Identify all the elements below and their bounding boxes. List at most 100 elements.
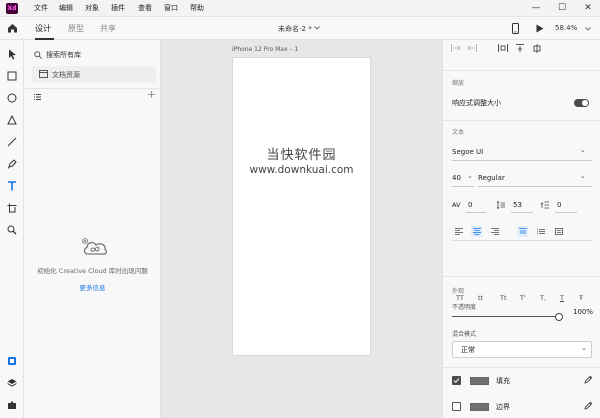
zoom-chevron-icon[interactable]: [585, 27, 591, 31]
rectangle-tool-icon: [7, 71, 17, 81]
text-tool[interactable]: [5, 179, 19, 193]
layers-button[interactable]: [5, 376, 19, 390]
border-eyedropper-icon[interactable]: [584, 401, 593, 410]
ellipse-tool[interactable]: [5, 91, 19, 105]
text-valign-middle-icon: [536, 228, 545, 235]
polygon-tool[interactable]: [5, 113, 19, 127]
creative-cloud-error-icon: [82, 238, 108, 255]
chevron-down-icon[interactable]: [314, 26, 320, 30]
character-spacing-underline: [466, 212, 486, 213]
home-icon[interactable]: [7, 23, 18, 33]
distribute-horizontal-icon[interactable]: [498, 44, 508, 52]
library-search[interactable]: 搜索所有库: [32, 48, 152, 62]
opacity-slider-thumb[interactable]: [555, 313, 563, 321]
minimize-button[interactable]: —: [524, 1, 548, 16]
responsive-resize-toggle[interactable]: [574, 99, 589, 107]
text-align-left-icon: [454, 228, 463, 235]
fill-label: 填充: [496, 377, 510, 385]
zoom-tool-icon: [7, 225, 17, 235]
tab-design[interactable]: 设计: [35, 23, 51, 35]
align-center-icon[interactable]: [532, 44, 542, 53]
zoom-tool[interactable]: [5, 223, 19, 237]
document-title[interactable]: 未命名-2 *: [278, 24, 312, 34]
align-left-edge-icon[interactable]: [451, 44, 461, 52]
subscript-button[interactable]: T,: [540, 294, 546, 302]
font-family-underline: [452, 160, 592, 161]
canvas[interactable]: iPhone 12 Pro Max – 1 当快软件园 www.downkuai…: [161, 40, 442, 418]
assets-button[interactable]: [5, 354, 19, 368]
font-family-select[interactable]: Segoe UI: [452, 147, 483, 157]
font-size-input[interactable]: 40: [452, 173, 461, 183]
all-caps-button[interactable]: TT: [456, 294, 464, 302]
line-tool[interactable]: [5, 135, 19, 149]
underline-button[interactable]: T: [560, 294, 564, 302]
library-search-input[interactable]: 搜索所有库: [46, 50, 81, 60]
text-align-center-button[interactable]: [471, 226, 482, 237]
artboard[interactable]: 当快软件园 www.downkuai.com: [232, 57, 371, 356]
paragraph-spacing-input[interactable]: 0: [557, 200, 561, 210]
font-size-chevron-icon[interactable]: ⌄: [467, 172, 473, 180]
menu-view[interactable]: 查看: [138, 3, 152, 14]
library-divider: [24, 88, 160, 89]
font-weight-chevron-icon[interactable]: ⌄: [580, 172, 586, 180]
menu-file[interactable]: 文件: [34, 3, 48, 14]
tab-share[interactable]: 共享: [100, 23, 116, 35]
text-align-right-button[interactable]: [489, 226, 500, 237]
rectangle-tool[interactable]: [5, 69, 19, 83]
menu-help[interactable]: 帮助: [190, 3, 204, 14]
menu-plugins[interactable]: 插件: [111, 3, 125, 14]
lowercase-button[interactable]: tt: [478, 294, 483, 302]
alignment-underline: [452, 240, 592, 241]
font-weight-select[interactable]: Regular: [478, 173, 505, 183]
line-tool-icon: [7, 137, 17, 147]
menu-edit[interactable]: 编辑: [59, 3, 73, 14]
text-align-left-button[interactable]: [453, 226, 464, 237]
border-color-swatch[interactable]: [470, 403, 489, 411]
select-tool[interactable]: [5, 47, 19, 61]
border-checkbox[interactable]: [452, 402, 461, 411]
watermark-chinese: 当快软件园: [266, 148, 337, 163]
text-valign-middle-button[interactable]: [535, 226, 546, 237]
blend-mode-select[interactable]: 正常 ⌄: [452, 341, 592, 358]
opacity-value[interactable]: 100%: [573, 307, 593, 317]
strikethrough-button[interactable]: Ŧ: [579, 294, 583, 302]
layers-icon: [7, 379, 17, 387]
eyedropper-icon[interactable]: [584, 375, 593, 384]
text-valign-top-button[interactable]: [517, 226, 528, 237]
distribute-vertical-icon[interactable]: [515, 44, 525, 52]
list-view-icon[interactable]: [34, 94, 41, 100]
more-info-link[interactable]: 更多信息: [24, 284, 161, 293]
close-button[interactable]: ✕: [576, 1, 600, 16]
tab-prototype[interactable]: 原型: [68, 23, 84, 35]
artboard-name[interactable]: iPhone 12 Pro Max – 1: [232, 46, 298, 53]
document-assets-item[interactable]: 文档资源: [32, 66, 156, 83]
play-icon[interactable]: [536, 24, 544, 33]
menu-object[interactable]: 对象: [85, 3, 99, 14]
maximize-button[interactable]: ☐: [550, 1, 574, 16]
watermark-url: www.downkuai.com: [249, 164, 354, 176]
zoom-level[interactable]: 58.4%: [555, 24, 577, 32]
plugins-button[interactable]: [5, 398, 19, 412]
fill-color-swatch[interactable]: [470, 377, 489, 385]
artboard-tool[interactable]: [5, 201, 19, 215]
document-assets-icon: [39, 70, 48, 78]
character-spacing-input[interactable]: 0: [468, 200, 472, 210]
pen-tool[interactable]: [5, 157, 19, 171]
title-case-button[interactable]: Tt: [500, 294, 507, 302]
font-family-chevron-icon[interactable]: ⌄: [580, 146, 586, 154]
text-valign-bottom-button[interactable]: [553, 226, 564, 237]
line-spacing-input[interactable]: 53: [513, 200, 522, 210]
font-size-underline: [452, 186, 474, 187]
superscript-button[interactable]: T': [520, 294, 526, 302]
fill-checkbox[interactable]: [452, 376, 461, 385]
ellipse-tool-icon: [7, 93, 17, 103]
property-inspector: 缩放 响应式调整大小 文本 Segoe UI ⌄ 40 ⌄ Regular ⌄ …: [442, 40, 600, 418]
align-right-edge-icon[interactable]: [467, 44, 477, 52]
checkmark-icon: [453, 378, 460, 384]
responsive-section-label: 缩放: [452, 80, 465, 87]
device-preview-icon[interactable]: [512, 23, 519, 34]
opacity-slider-track[interactable]: [452, 316, 559, 317]
menu-window[interactable]: 窗口: [164, 3, 178, 14]
add-library-icon[interactable]: [148, 91, 155, 98]
text-valign-bottom-icon: [554, 228, 563, 235]
